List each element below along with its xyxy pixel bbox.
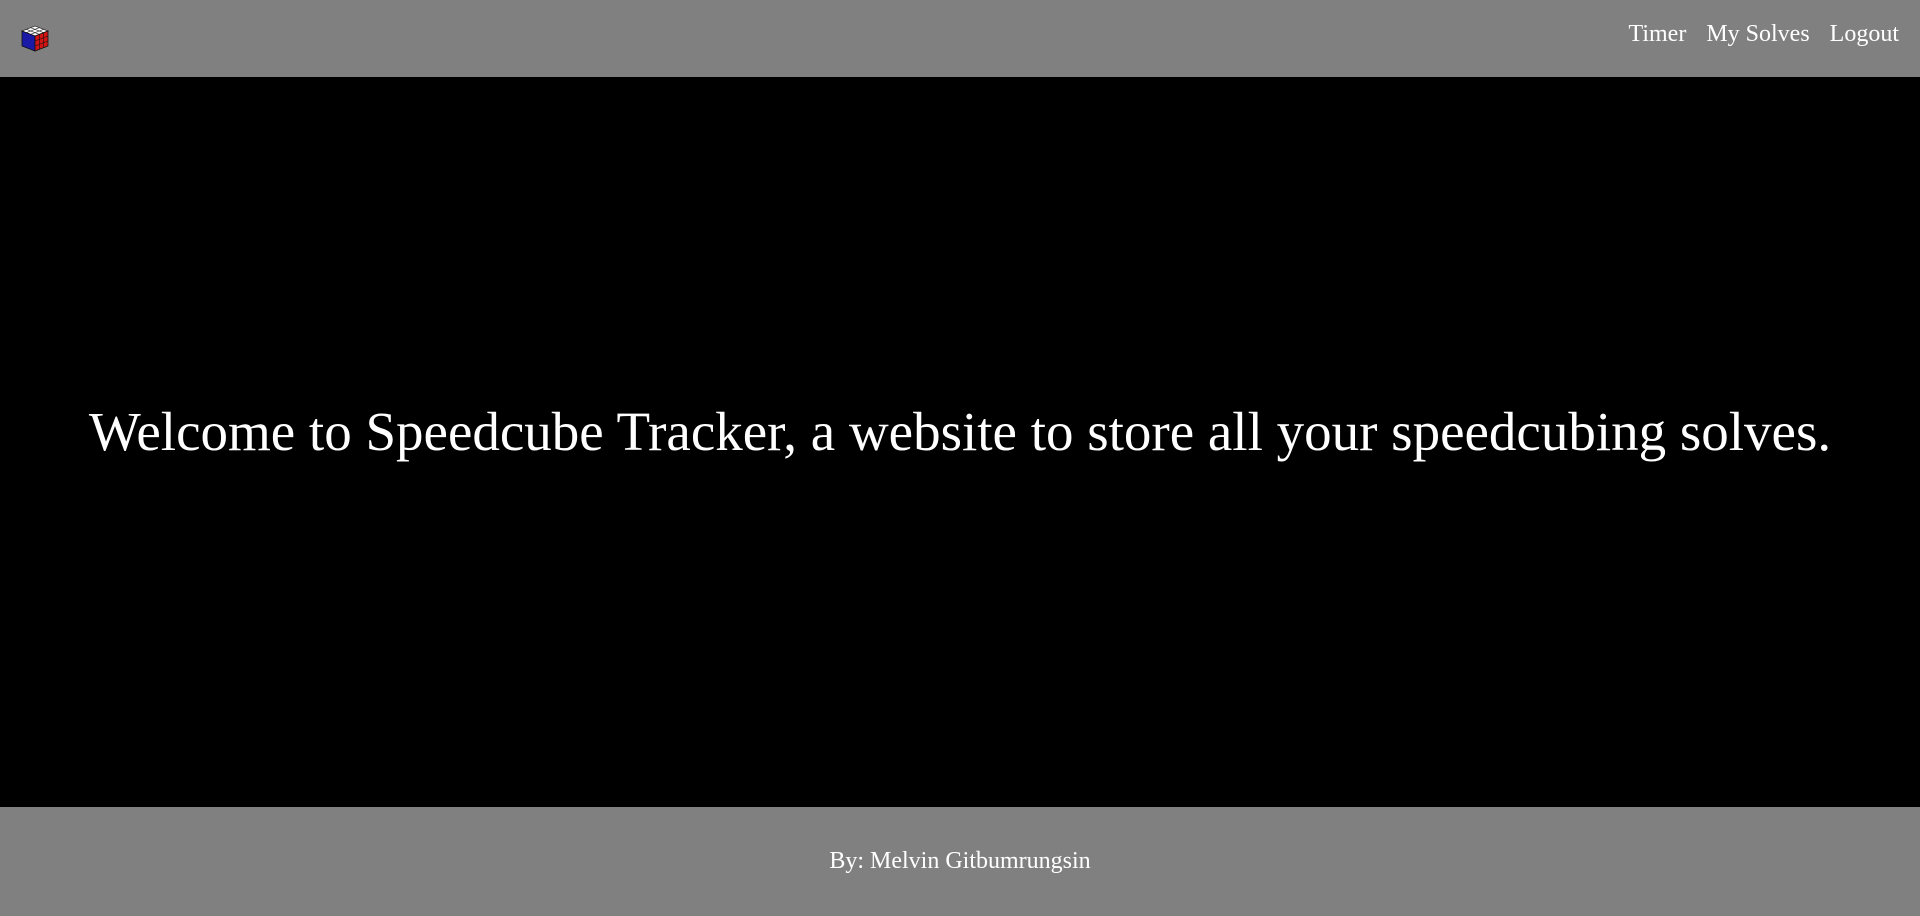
rubiks-cube-icon: [20, 25, 50, 52]
home-logo-link[interactable]: [20, 24, 50, 53]
welcome-heading: Welcome to Speedcube Tracker, a website …: [88, 400, 1832, 462]
nav-link-my-solves[interactable]: My Solves: [1706, 22, 1809, 46]
top-navbar: Timer My Solves Logout: [0, 0, 1920, 77]
nav-link-timer[interactable]: Timer: [1629, 22, 1687, 46]
main-content: Welcome to Speedcube Tracker, a website …: [0, 77, 1920, 807]
footer-credit: By: Melvin Gitbumrungsin: [829, 848, 1091, 874]
nav-link-logout[interactable]: Logout: [1830, 22, 1899, 46]
nav-links: Timer My Solves Logout: [1629, 22, 1899, 46]
page-footer: By: Melvin Gitbumrungsin: [0, 807, 1920, 916]
